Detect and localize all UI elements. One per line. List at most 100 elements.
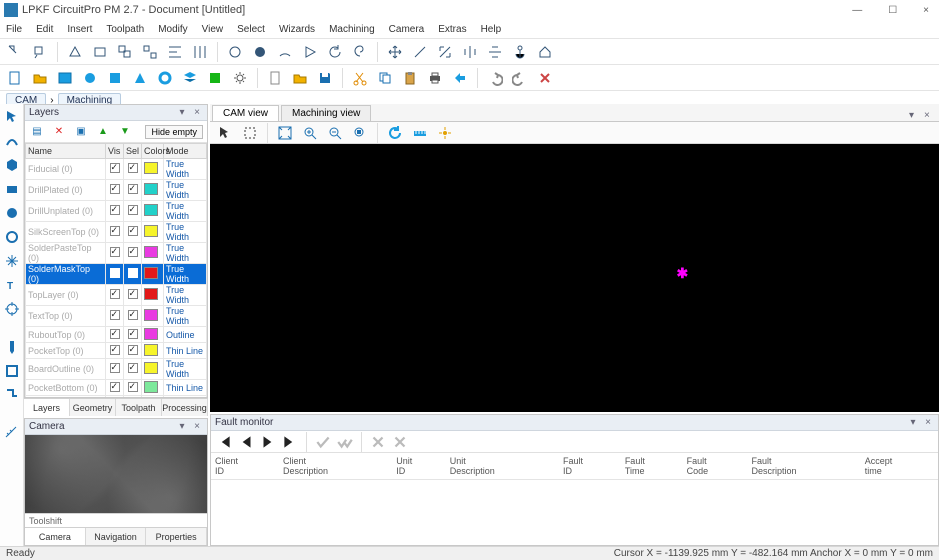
move-icon[interactable] bbox=[384, 41, 406, 63]
edit-layer-icon[interactable]: ▣ bbox=[73, 124, 89, 140]
bottom-tab-layers[interactable]: Layers bbox=[24, 399, 70, 416]
paste-icon[interactable] bbox=[399, 67, 421, 89]
recent-icon[interactable] bbox=[54, 67, 76, 89]
layer-vis-checkbox[interactable] bbox=[110, 345, 120, 355]
layer-vis-checkbox[interactable] bbox=[110, 310, 120, 320]
menu-help[interactable]: Help bbox=[481, 24, 502, 35]
strip-star-icon[interactable] bbox=[3, 252, 21, 270]
save-icon[interactable] bbox=[314, 67, 336, 89]
layers-icon[interactable] bbox=[179, 67, 201, 89]
bottom-tab-geometry[interactable]: Geometry bbox=[70, 399, 116, 416]
layer-sel-checkbox[interactable] bbox=[128, 345, 138, 355]
layer-row[interactable]: PocketBottom (0)Thin Line bbox=[26, 380, 207, 396]
strip-target-icon[interactable] bbox=[3, 300, 21, 318]
menu-edit[interactable]: Edit bbox=[36, 24, 53, 35]
layer-mode[interactable]: True Width bbox=[164, 359, 207, 380]
select-tool-icon[interactable] bbox=[4, 41, 26, 63]
layer-color-swatch[interactable] bbox=[144, 381, 158, 393]
rect-tool-icon[interactable] bbox=[89, 41, 111, 63]
fault-col[interactable]: FaultCode bbox=[683, 453, 748, 480]
strip-route-icon[interactable] bbox=[3, 386, 21, 404]
undo-icon[interactable] bbox=[484, 67, 506, 89]
export-icon[interactable] bbox=[449, 67, 471, 89]
strip-circle-icon[interactable] bbox=[3, 204, 21, 222]
layer-mode[interactable]: True Width bbox=[164, 159, 207, 180]
layer-vis-checkbox[interactable] bbox=[110, 226, 120, 236]
layer-row[interactable]: PocketTop (0)Thin Line bbox=[26, 343, 207, 359]
layer-vis-checkbox[interactable] bbox=[110, 205, 120, 215]
close-button[interactable]: × bbox=[917, 5, 935, 16]
layer-mode[interactable]: Thin Line bbox=[164, 343, 207, 359]
measure-icon[interactable] bbox=[409, 122, 431, 144]
ungroup-icon[interactable] bbox=[139, 41, 161, 63]
layer-row[interactable]: DrillPlated (0)True Width bbox=[26, 180, 207, 201]
camera-panel-header[interactable]: Camera ▾ × bbox=[25, 419, 207, 435]
layer-vis-checkbox[interactable] bbox=[110, 363, 120, 373]
panel-close-icon[interactable]: × bbox=[191, 107, 203, 119]
anchor-icon[interactable] bbox=[509, 41, 531, 63]
layer-sel-checkbox[interactable] bbox=[128, 329, 138, 339]
layer-color-swatch[interactable] bbox=[144, 267, 158, 279]
layer-vis-checkbox[interactable] bbox=[110, 163, 120, 173]
strip-drill-icon[interactable] bbox=[3, 338, 21, 356]
layer-row[interactable]: RuboutBottom (0)Outline bbox=[26, 396, 207, 398]
menu-toolpath[interactable]: Toolpath bbox=[106, 24, 144, 35]
fault-panel-header[interactable]: Fault monitor ▾ × bbox=[211, 415, 938, 431]
zoom-extents-icon[interactable] bbox=[274, 122, 296, 144]
layer-vis-checkbox[interactable] bbox=[110, 382, 120, 392]
rotate-icon[interactable] bbox=[324, 41, 346, 63]
fault-col[interactable]: UnitID bbox=[392, 453, 446, 480]
fault-close-icon[interactable]: × bbox=[922, 417, 934, 429]
strip-polygon-icon[interactable] bbox=[3, 156, 21, 174]
scale-icon[interactable] bbox=[434, 41, 456, 63]
layers-table[interactable]: Name Vis Sel Colors Mode Fiducial (0)Tru… bbox=[25, 143, 207, 397]
play-icon[interactable] bbox=[299, 41, 321, 63]
strip-measure-icon[interactable] bbox=[3, 424, 21, 442]
redo-icon[interactable] bbox=[509, 67, 531, 89]
menu-file[interactable]: File bbox=[6, 24, 22, 35]
camera-pin-icon[interactable]: ▾ bbox=[176, 421, 188, 433]
fault-dismiss-icon[interactable] bbox=[369, 433, 387, 451]
pcb-icon[interactable] bbox=[204, 67, 226, 89]
fault-col[interactable]: FaultID bbox=[559, 453, 621, 480]
layer-sel-checkbox[interactable] bbox=[128, 310, 138, 320]
mirror-v-icon[interactable] bbox=[484, 41, 506, 63]
snap-icon[interactable] bbox=[434, 122, 456, 144]
fault-col[interactable]: UnitDescription bbox=[446, 453, 559, 480]
fault-col[interactable]: Accepttime bbox=[861, 453, 938, 480]
layer-row[interactable]: DrillUnplated (0)True Width bbox=[26, 201, 207, 222]
col-name[interactable]: Name bbox=[26, 144, 106, 159]
layer-color-swatch[interactable] bbox=[144, 397, 158, 398]
wizard1-icon[interactable] bbox=[79, 67, 101, 89]
layer-vis-checkbox[interactable] bbox=[110, 184, 120, 194]
layer-vis-checkbox[interactable] bbox=[110, 289, 120, 299]
col-sel[interactable]: Sel bbox=[124, 144, 142, 159]
fault-next-icon[interactable] bbox=[259, 433, 277, 451]
open-icon[interactable] bbox=[29, 67, 51, 89]
layer-sel-checkbox[interactable] bbox=[128, 289, 138, 299]
maximize-button[interactable]: ☐ bbox=[882, 5, 903, 16]
layer-row[interactable]: TopLayer (0)True Width bbox=[26, 285, 207, 306]
file-new-icon[interactable] bbox=[264, 67, 286, 89]
circle-fill-icon[interactable] bbox=[249, 41, 271, 63]
move-up-icon[interactable]: ▲ bbox=[95, 124, 111, 140]
mirror-h-icon[interactable] bbox=[459, 41, 481, 63]
views-pin-icon[interactable]: ▾ bbox=[909, 110, 921, 121]
col-vis[interactable]: Vis bbox=[106, 144, 124, 159]
layer-sel-checkbox[interactable] bbox=[128, 247, 138, 257]
fault-accept-icon[interactable] bbox=[314, 433, 332, 451]
view-tab-machining-view[interactable]: Machining view bbox=[281, 105, 371, 121]
circle-outline-icon[interactable] bbox=[224, 41, 246, 63]
align-icon[interactable] bbox=[164, 41, 186, 63]
fault-clear-icon[interactable] bbox=[391, 433, 409, 451]
fault-col[interactable]: ClientDescription bbox=[279, 453, 392, 480]
layer-sel-checkbox[interactable] bbox=[128, 184, 138, 194]
layer-vis-checkbox[interactable] bbox=[110, 329, 120, 339]
layer-row[interactable]: TextTop (0)True Width bbox=[26, 306, 207, 327]
views-close-icon[interactable]: × bbox=[924, 110, 936, 121]
layer-row[interactable]: BoardOutline (0)True Width bbox=[26, 359, 207, 380]
layer-sel-checkbox[interactable] bbox=[128, 363, 138, 373]
new-icon[interactable] bbox=[4, 67, 26, 89]
bottom-tab-toolpath[interactable]: Toolpath bbox=[116, 399, 162, 416]
layer-mode[interactable]: True Width bbox=[164, 285, 207, 306]
